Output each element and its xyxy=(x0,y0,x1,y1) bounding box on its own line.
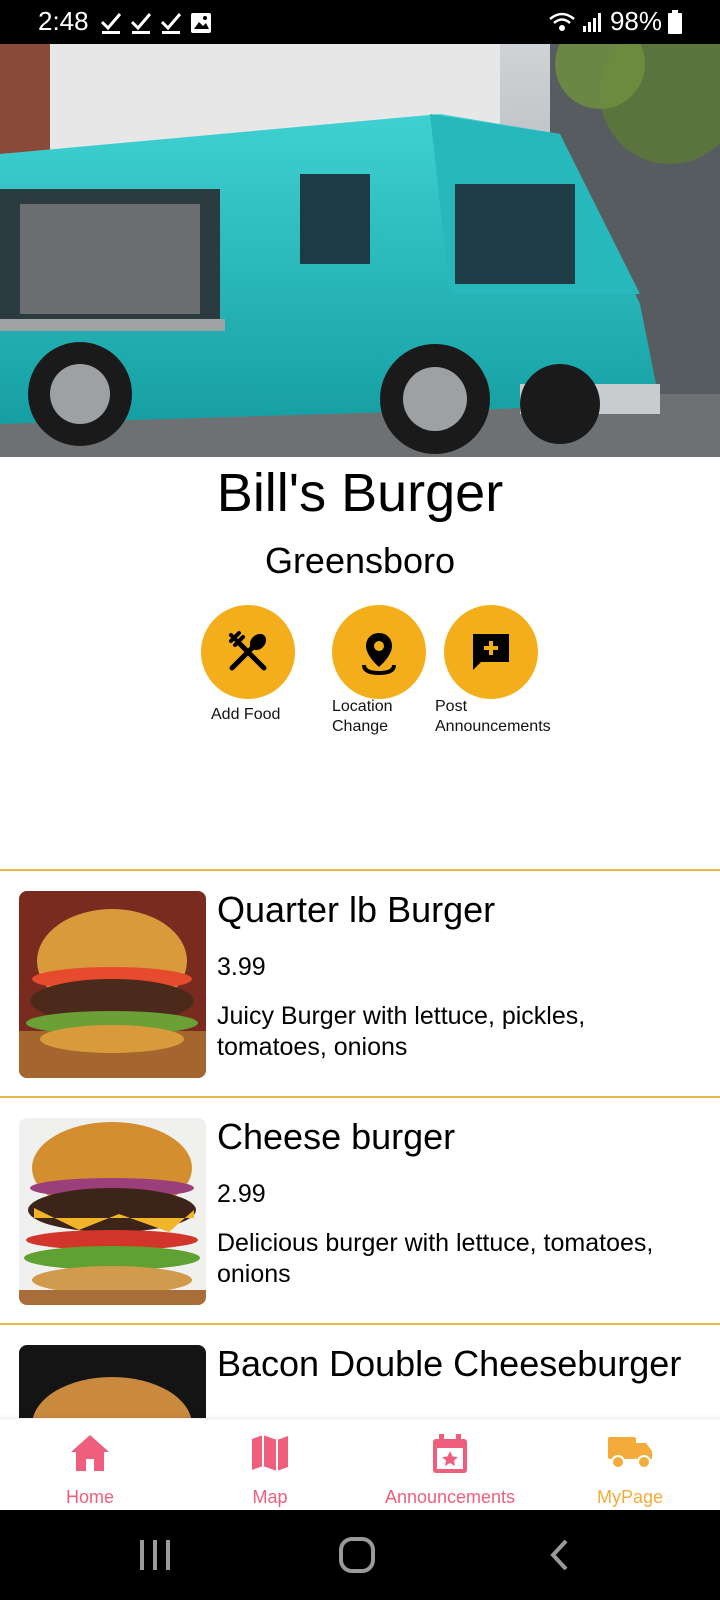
nav-mypage[interactable]: MyPage xyxy=(540,1419,720,1511)
location-change-button[interactable]: Location Change xyxy=(332,605,442,737)
location-change-circle[interactable] xyxy=(332,605,426,699)
status-bar: 2:48 98% xyxy=(0,0,720,44)
nav-home[interactable]: Home xyxy=(0,1419,180,1511)
signal-icon xyxy=(582,12,601,32)
post-announcements-circle[interactable] xyxy=(444,605,538,699)
menu-item[interactable]: Quarter lb Burger 3.99 Juicy Burger with… xyxy=(0,871,720,1097)
menu-item-name: Quarter lb Burger xyxy=(217,889,496,930)
map-icon xyxy=(252,1435,288,1471)
location-change-label: Location Change xyxy=(332,698,393,735)
cheese-burger-image xyxy=(19,1118,206,1305)
post-announcements-label: Post Announcements xyxy=(435,698,551,735)
add-comment-icon xyxy=(473,634,509,670)
image-icon xyxy=(191,13,211,33)
quarter-lb-burger-image xyxy=(19,891,206,1078)
menu-item-name: Bacon Double Cheeseburger xyxy=(217,1343,682,1384)
menu-item-description: Juicy Burger with lettuce, pickles, toma… xyxy=(217,1002,586,1061)
menu-item[interactable]: Cheese burger 2.99 Delicious burger with… xyxy=(0,1098,720,1324)
wifi-icon xyxy=(549,12,575,31)
location-pin-icon xyxy=(362,633,396,675)
calendar-star-icon xyxy=(433,1434,467,1473)
notification-icons xyxy=(100,10,212,36)
recent-apps-icon[interactable] xyxy=(138,1538,172,1572)
utensils-icon xyxy=(229,631,267,671)
bottom-navigation: Home Map Announcements MyPage xyxy=(0,1418,720,1511)
nav-map-label: Map xyxy=(252,1487,288,1507)
post-announcements-button[interactable]: Post Announcements xyxy=(435,605,585,737)
check-icon xyxy=(100,13,122,34)
check-icon xyxy=(130,13,152,34)
menu-item-price: 2.99 xyxy=(217,1180,266,1208)
menu-item-name: Cheese burger xyxy=(217,1116,456,1157)
nav-home-label: Home xyxy=(65,1487,114,1507)
add-food-label: Add Food xyxy=(211,706,281,723)
battery-icon xyxy=(668,9,682,34)
truck-icon xyxy=(608,1437,652,1469)
vendor-city: Greensboro xyxy=(264,540,456,581)
vendor-name: Bill's Burger xyxy=(216,463,504,523)
menu-item-description: Delicious burger with lettuce, tomatoes,… xyxy=(217,1229,654,1288)
add-food-button[interactable]: Add Food xyxy=(201,605,311,725)
home-button-icon[interactable] xyxy=(338,1536,376,1574)
nav-map[interactable]: Map xyxy=(180,1419,360,1511)
food-truck-hero-image xyxy=(0,44,720,457)
system-navigation-bar xyxy=(0,1510,720,1600)
check-icon xyxy=(160,13,182,34)
menu-item-price: 3.99 xyxy=(217,953,266,981)
nav-announcements-label: Announcements xyxy=(384,1487,516,1507)
add-food-circle[interactable] xyxy=(201,605,295,699)
nav-announcements[interactable]: Announcements xyxy=(360,1419,540,1511)
nav-mypage-label: MyPage xyxy=(596,1487,664,1507)
home-icon xyxy=(71,1435,109,1471)
battery-percent: 98% xyxy=(609,6,662,36)
status-time: 2:48 xyxy=(38,6,89,36)
back-icon[interactable] xyxy=(548,1538,570,1572)
status-right: 98% xyxy=(548,6,682,37)
